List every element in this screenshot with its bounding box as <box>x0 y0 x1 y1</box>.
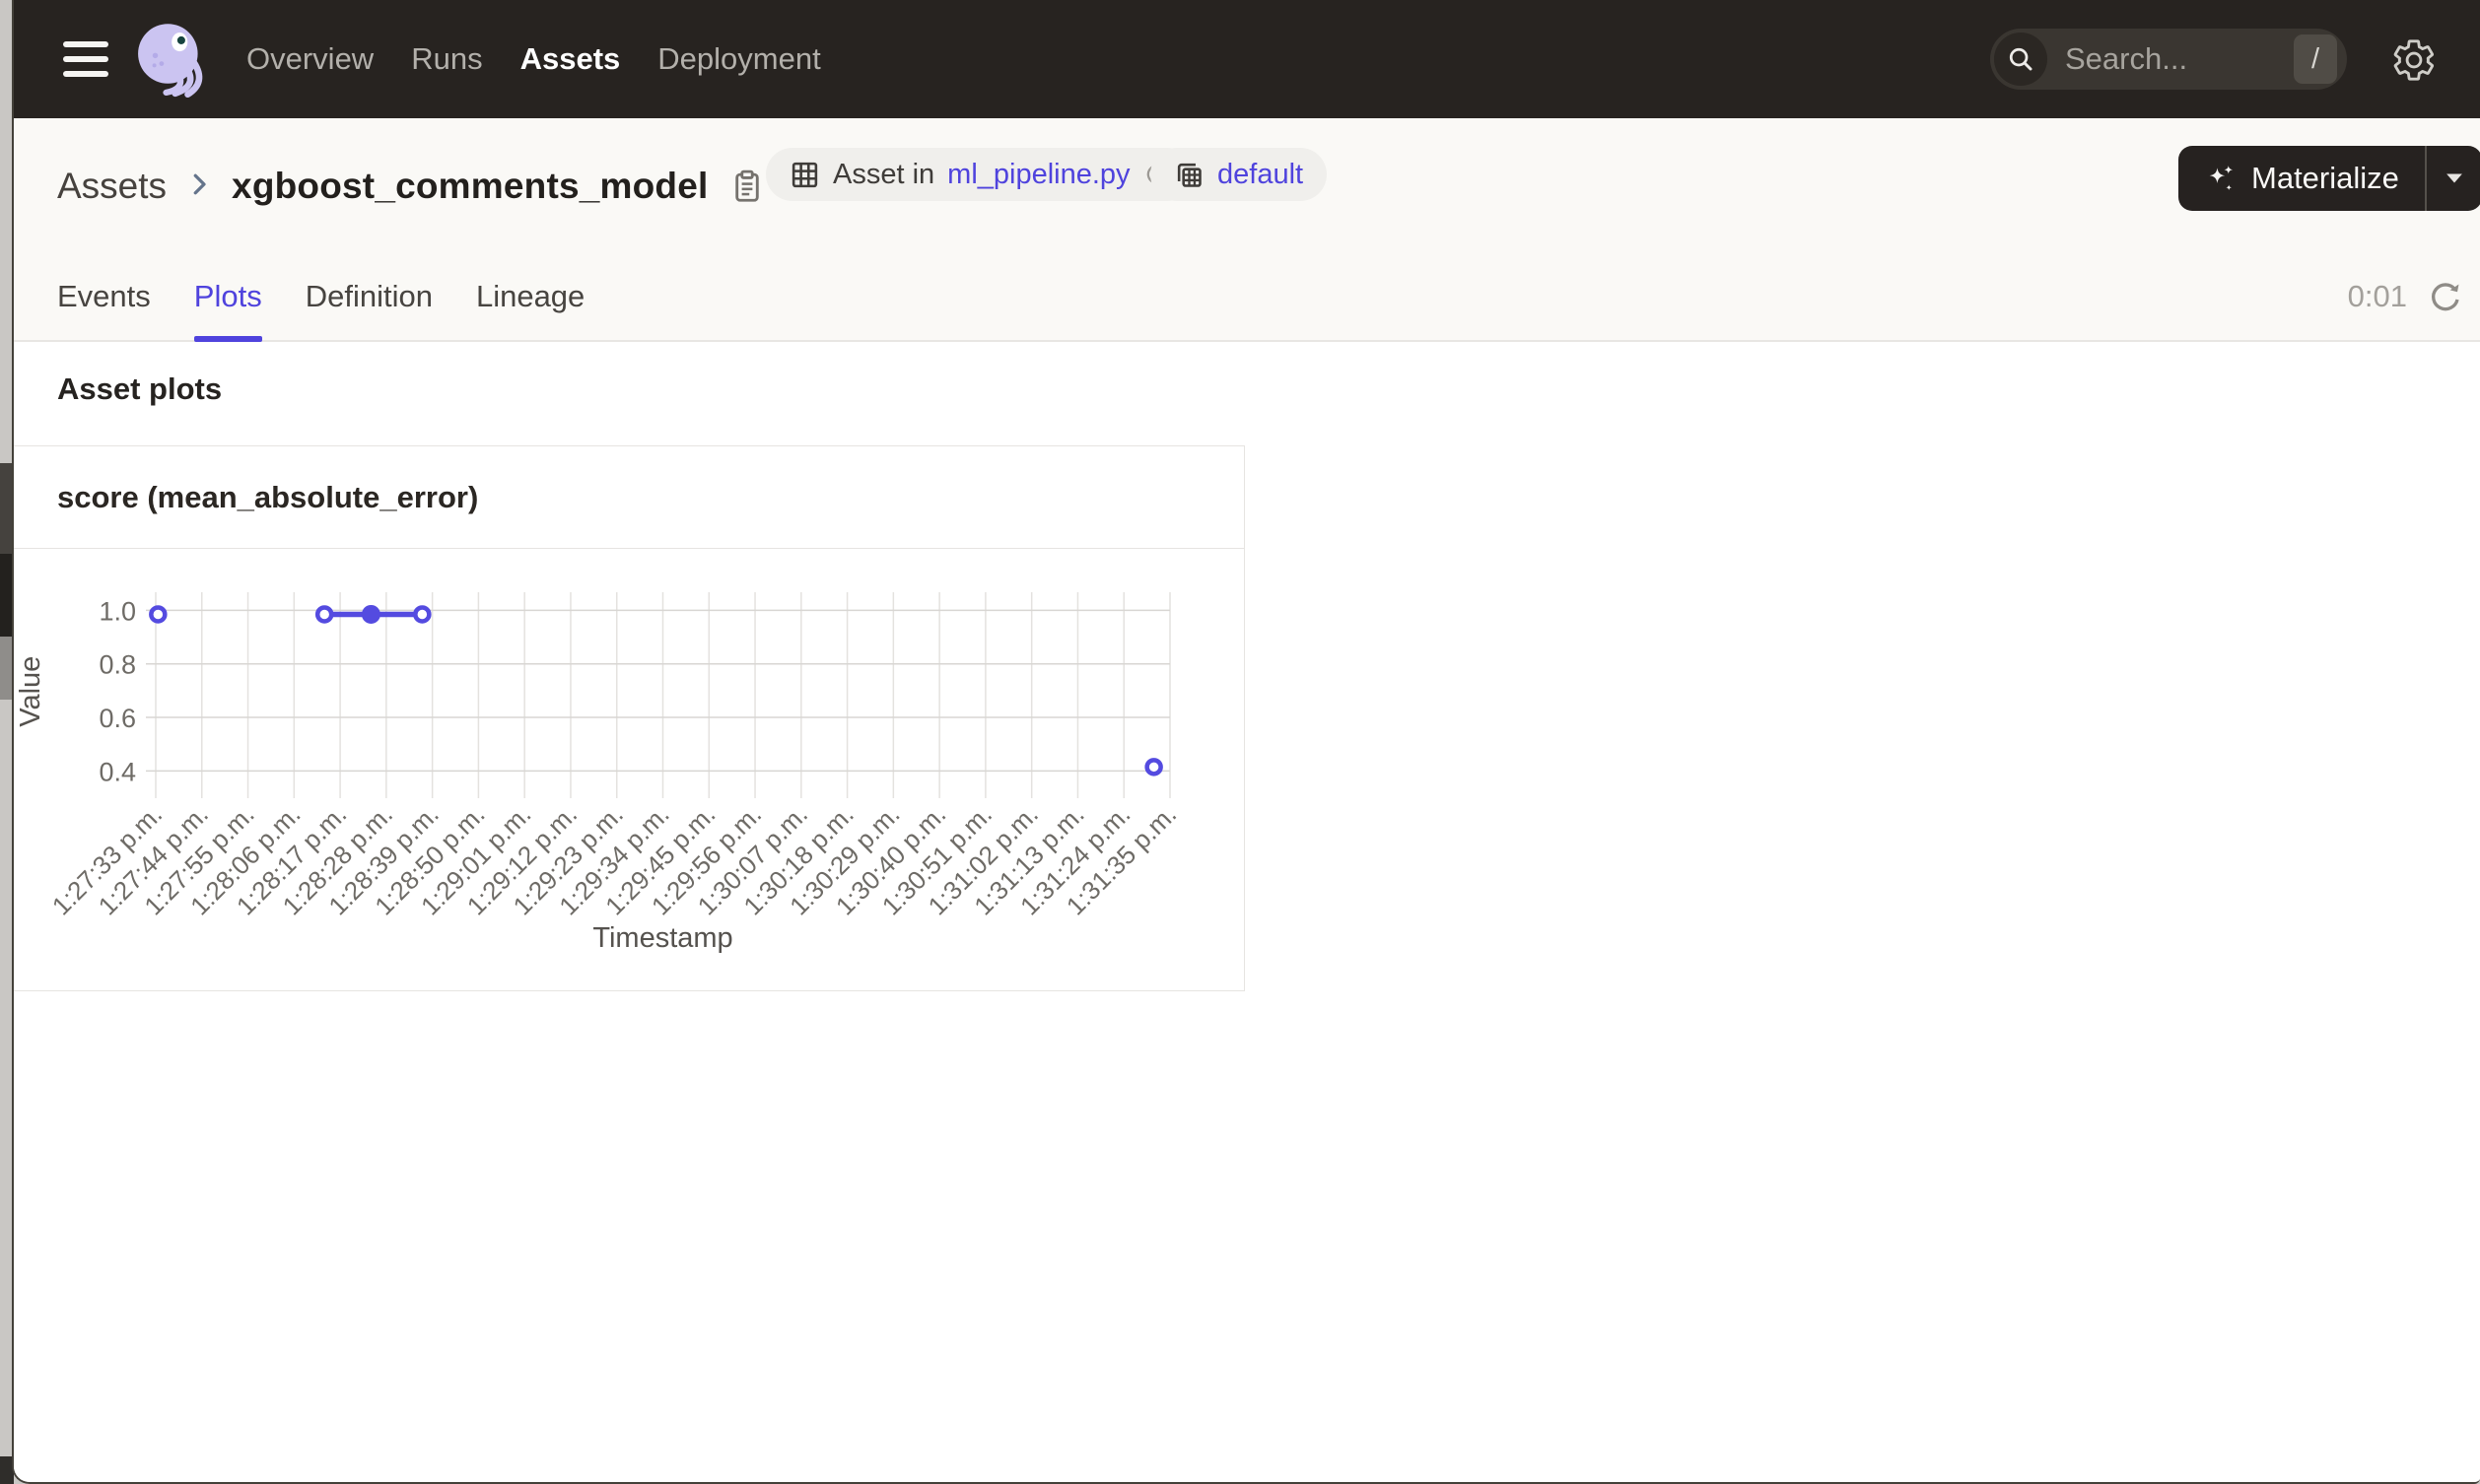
plot-card-header: score (mean_absolute_error) <box>14 446 1244 549</box>
data-point-filled <box>361 604 380 624</box>
chevron-right-icon <box>184 169 214 204</box>
tab-events[interactable]: Events <box>57 252 151 340</box>
copy-asset-name-icon[interactable] <box>728 168 766 205</box>
data-point-open <box>1144 758 1163 776</box>
search-icon <box>1994 33 2047 86</box>
refresh-icon[interactable] <box>2427 279 2464 316</box>
caret-down-icon <box>2446 173 2462 183</box>
tab-lineage[interactable]: Lineage <box>476 252 585 340</box>
data-point-open <box>149 605 168 624</box>
data-point-open <box>413 605 432 624</box>
sparkles-icon <box>2209 165 2234 191</box>
search-input[interactable] <box>2065 41 2233 77</box>
line-chart-svg: 0.40.60.81.01:27:33 p.m.1:27:44 p.m.1:27… <box>15 592 1182 954</box>
gear-icon[interactable] <box>2391 37 2437 83</box>
nav-item-assets[interactable]: Assets <box>520 41 621 77</box>
refresh-countdown: 0:01 <box>2347 278 2407 313</box>
dagster-app-window: Overview Runs Assets Deployment / Assets <box>12 0 2480 1484</box>
materialize-button-label: Materialize <box>2251 161 2399 195</box>
asset-definition-badge[interactable]: Asset in ml_pipeline.py <box>766 148 1194 201</box>
table-grid-icon <box>792 162 818 187</box>
asset-group-icon <box>1177 163 1202 187</box>
asset-in-label: Asset in <box>833 158 935 190</box>
plot-card: score (mean_absolute_error) 0.4 0.6 0.8 1.0… <box>14 445 1245 991</box>
y-axis-title: Value <box>15 656 46 727</box>
x-axis-title: Timestamp <box>592 922 732 954</box>
y-tick-label: 1.0 <box>99 596 136 626</box>
page-title: xgboost_comments_model <box>232 166 709 206</box>
plot-title: score (mean_absolute_error) <box>57 479 479 514</box>
line-chart: 0.4 0.6 0.8 1.0 1:27:33 p.m. 1:27:44 p.m. 1:27… <box>14 549 1245 990</box>
top-nav-bar: Overview Runs Assets Deployment / <box>14 0 2480 118</box>
asset-tabs-bar: Events Plots Definition Lineage 0:01 <box>14 252 2480 342</box>
plots-panel: Asset plots score (mean_absolute_error) … <box>14 342 2480 1482</box>
tab-plots[interactable]: Plots <box>193 252 262 342</box>
primary-nav: Overview Runs Assets Deployment <box>246 0 821 118</box>
nav-item-deployment[interactable]: Deployment <box>657 41 820 77</box>
group-default-link[interactable]: default <box>1217 159 1303 191</box>
section-heading: Asset plots <box>57 371 223 406</box>
nav-item-overview[interactable]: Overview <box>246 41 374 77</box>
hamburger-menu-icon[interactable] <box>63 35 110 83</box>
materialize-dropdown-button[interactable] <box>2427 146 2480 211</box>
asset-group-badge[interactable]: default <box>1150 148 1328 201</box>
pipeline-file-link[interactable]: ml_pipeline.py <box>947 159 1130 191</box>
dagster-logo[interactable] <box>128 16 215 102</box>
search-shortcut-badge: / <box>2294 34 2337 84</box>
y-tick-label: 0.4 <box>99 757 136 786</box>
tab-definition[interactable]: Definition <box>306 252 433 340</box>
materialize-button[interactable]: Materialize <box>2178 146 2425 211</box>
nav-item-runs[interactable]: Runs <box>411 41 482 77</box>
y-tick-label: 0.8 <box>99 650 136 680</box>
search-box[interactable]: / <box>1990 29 2347 90</box>
breadcrumb: Assets xgboost_comments_model <box>57 152 766 221</box>
materialize-split-button: Materialize <box>2178 146 2480 211</box>
y-tick-label: 0.6 <box>99 704 136 733</box>
breadcrumb-assets-link[interactable]: Assets <box>57 166 167 207</box>
data-point-open <box>314 605 334 624</box>
